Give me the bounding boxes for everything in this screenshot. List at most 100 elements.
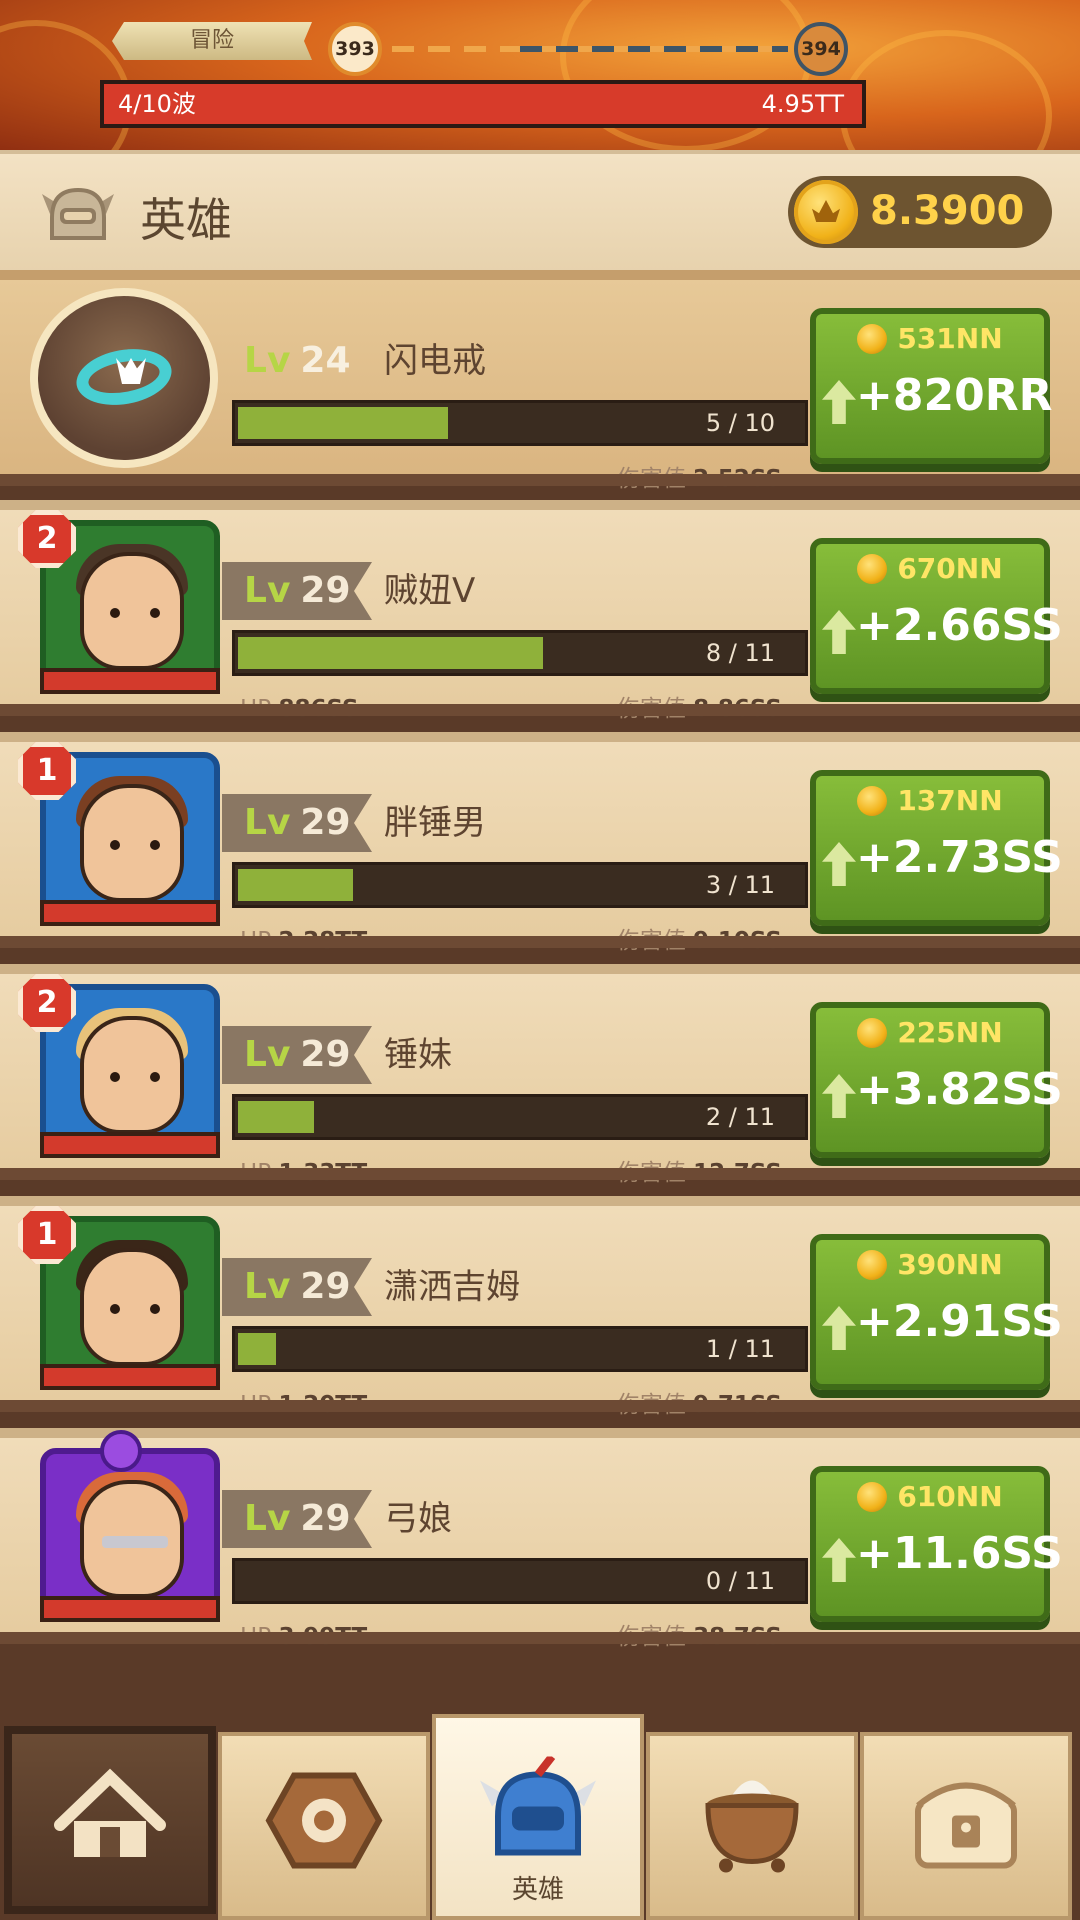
up-arrow-icon [822, 380, 856, 424]
stage-remaining-dash [520, 46, 788, 52]
level-label: Lv 29 [244, 1490, 351, 1548]
cost-value: 670NN [897, 552, 1003, 585]
hp-value: 1.20TT [278, 1392, 368, 1418]
upgrade-cost: 225NN [816, 1016, 1044, 1049]
portrait-face [80, 552, 184, 670]
coin-icon [857, 1250, 888, 1280]
damage-label: 伤害值 [616, 466, 686, 492]
upgrade-button[interactable]: 610NN +11.6SS [810, 1466, 1063, 1622]
portrait-eye [150, 1072, 160, 1082]
level-prefix: Lv [244, 340, 291, 381]
up-arrow-icon [822, 842, 856, 886]
hero-hp-strip [40, 1132, 220, 1158]
level-number: 29 [300, 802, 351, 843]
damage-stat: 伤害值 12.7SS [617, 1158, 782, 1188]
upgrade-gain: +11.6SS [856, 1528, 1063, 1579]
portrait-face [80, 1248, 184, 1366]
nav-vault[interactable] [860, 1732, 1072, 1920]
helmet-icon [42, 187, 114, 240]
up-arrow-icon [822, 1538, 856, 1582]
wave-counter: 4/10波 [118, 90, 196, 118]
hero-name: 弓娘 [384, 1499, 452, 1539]
gold-coin-icon [794, 180, 858, 244]
upgrade-button[interactable]: 137NN +2.73SS [810, 770, 1063, 926]
hp-value: 886SS [278, 696, 359, 722]
list-item[interactable]: 1 Lv 29 潇洒吉姆 1 / 11 HP 1.20TT 伤害值 9.71SS … [0, 1196, 1080, 1418]
portrait-eye [110, 608, 120, 618]
damage-label: 伤害值 [616, 1624, 686, 1650]
upgrade-gain: +3.82SS [856, 1064, 1063, 1115]
nav-heroes[interactable]: 英雄 [432, 1714, 644, 1920]
hp-stat: HP 1.20TT [240, 1390, 367, 1420]
level-progress-bar: 8 / 11 [232, 630, 808, 676]
nav-skills[interactable] [218, 1732, 430, 1920]
upgrade-cost: 390NN [816, 1248, 1044, 1281]
progress-fill [238, 637, 543, 669]
hp-value: 2.28TT [278, 928, 368, 954]
coin-icon [857, 554, 888, 584]
list-item[interactable]: 2 Lv 29 锤妹 2 / 11 HP 1.33TT 伤害值 12.7SS 22… [0, 964, 1080, 1186]
progress-fill [238, 869, 353, 901]
upgrade-button[interactable]: 670NN +2.66SS [810, 538, 1063, 694]
hero-portrait[interactable] [40, 1448, 220, 1612]
level-progress-bar: 2 / 11 [232, 1094, 808, 1140]
level-progress-bar: 0 / 11 [232, 1558, 808, 1604]
level-number: 29 [300, 1498, 351, 1539]
upgrade-button[interactable]: 531NN +820RR [810, 308, 1053, 464]
list-item[interactable]: 1 Lv 29 胖锤男 3 / 11 HP 2.28TT 伤害值 9.10SS 1… [0, 732, 1080, 954]
level-prefix: Lv [244, 1266, 291, 1307]
hero-hp-strip [40, 668, 220, 694]
level-label: Lv 29 [244, 562, 351, 620]
level-progress-bar: 3 / 11 [232, 862, 808, 908]
upgrade-gain: +2.66SS [856, 600, 1063, 651]
cost-value: 531NN [897, 322, 1003, 355]
damage-stat: 伤害值 2.52SS [617, 464, 782, 494]
hero-hp-strip [40, 900, 220, 926]
hero-name: 潇洒吉姆 [384, 1267, 520, 1307]
current-stage-number: 393 [328, 22, 382, 76]
level-number: 29 [300, 1266, 351, 1307]
enemy-hp-value: 4.95TT [761, 90, 844, 118]
notification-badge: 2 [18, 510, 76, 568]
level-label: Lv 29 [244, 1258, 351, 1316]
list-item[interactable]: Lv 24 闪电戒 5 / 10 伤害值 2.52SS 531NN +820RR [0, 270, 1080, 492]
notification-badge: 2 [18, 974, 76, 1032]
hero-hp-strip [40, 1596, 220, 1622]
gold-balance: 8.3900 [788, 176, 1052, 248]
level-label: Lv 29 [244, 1026, 351, 1084]
up-arrow-icon [822, 1074, 856, 1118]
cost-value: 610NN [897, 1480, 1003, 1513]
cost-value: 137NN [897, 784, 1003, 817]
level-number: 29 [300, 1034, 351, 1075]
camp-tent-icon [54, 1768, 166, 1857]
level-progress-bar: 1 / 11 [232, 1326, 808, 1372]
treasure-chest-icon [915, 1782, 1017, 1869]
upgrade-button[interactable]: 390NN +2.91SS [810, 1234, 1063, 1390]
level-prefix: Lv [244, 1034, 291, 1075]
coin-icon [857, 786, 888, 816]
hp-label: HP [240, 928, 272, 954]
upgrade-gain: +820RR [856, 370, 1053, 421]
page-title: 英雄 [140, 193, 232, 247]
level-number: 29 [300, 570, 351, 611]
portrait-face [80, 1016, 184, 1134]
cost-value: 225NN [897, 1016, 1003, 1049]
nav-camp[interactable] [4, 1726, 216, 1914]
upgrade-button[interactable]: 225NN +3.82SS [810, 1002, 1063, 1158]
skill-stone-icon [265, 1772, 383, 1869]
hero-name: 胖锤男 [384, 803, 486, 843]
hero-list[interactable]: Lv 24 闪电戒 5 / 10 伤害值 2.52SS 531NN +820RR … [0, 270, 1080, 1698]
progress-text: 2 / 11 [705, 1103, 775, 1131]
portrait-eye [110, 1304, 120, 1314]
progress-text: 1 / 11 [705, 1335, 775, 1363]
list-item[interactable]: 2 Lv 29 贼妞V 8 / 11 HP 886SS 伤害值 8.86SS 67… [0, 500, 1080, 722]
nav-alchemy[interactable] [646, 1732, 858, 1920]
list-item[interactable]: Lv 29 弓娘 0 / 11 HP 3.99TT 伤害值 38.7SS 610N… [0, 1428, 1080, 1650]
damage-stat: 伤害值 38.7SS [617, 1622, 782, 1652]
portrait-blindfold [102, 1536, 168, 1548]
portrait-eye [150, 608, 160, 618]
item-name: 闪电戒 [384, 341, 486, 381]
damage-stat: 伤害值 8.86SS [617, 694, 782, 724]
hp-value: 1.33TT [278, 1160, 368, 1186]
hero-helmet-icon [480, 1756, 596, 1856]
